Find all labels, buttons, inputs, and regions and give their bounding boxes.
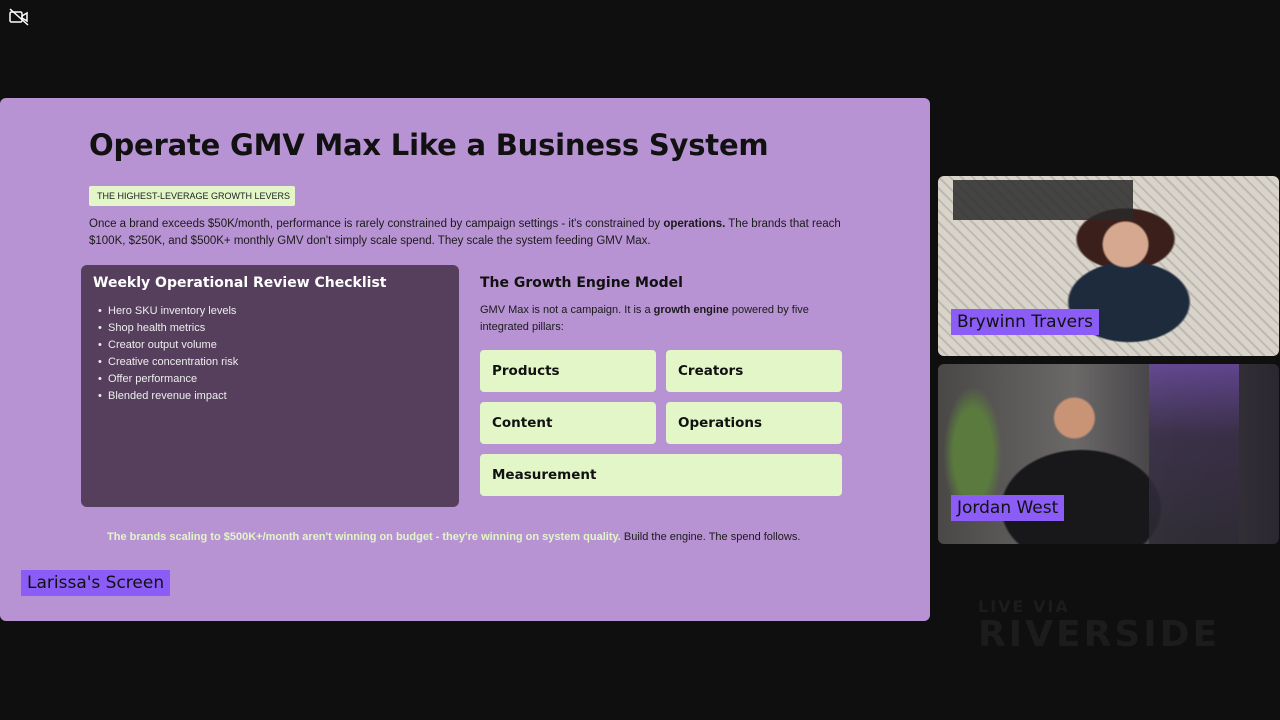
list-item: Shop health metrics [98,320,238,337]
riverside-watermark-logo: LIVE VIA RIVERSIDE [978,598,1220,654]
engine-desc-b: growth engine [653,304,729,316]
engine-description: GMV Max is not a campaign. It is a growt… [480,302,845,336]
pillar-products: Products [480,350,656,392]
engine-title: The Growth Engine Model [480,275,683,291]
footer-highlight: The brands scaling to $500K+/month aren'… [107,531,621,543]
watermark-bottom: RIVERSIDE [978,614,1221,655]
section-tag: THE HIGHEST-LEVERAGE GROWTH LEVERS [89,186,295,206]
list-item: Creative concentration risk [98,354,238,371]
participant-name: Brywinn Travers [951,309,1099,335]
video-off-icon[interactable] [8,8,30,26]
pillar-measurement: Measurement [480,454,842,496]
list-item: Blended revenue impact [98,388,238,405]
screen-share-label: Larissa's Screen [21,570,171,596]
list-item: Hero SKU inventory levels [98,303,238,320]
intro-text-a: Once a brand exceeds $50K/month, perform… [89,218,664,230]
participant-video-tile[interactable]: Brywinn Travers [938,176,1279,356]
checklist-title: Weekly Operational Review Checklist [93,275,387,291]
list-item: Offer performance [98,371,238,388]
checklist-panel: Weekly Operational Review Checklist Hero… [81,265,459,507]
footer-rest: Build the engine. The spend follows. [620,531,801,543]
intro-paragraph: Once a brand exceeds $50K/month, perform… [89,216,849,250]
checklist-list: Hero SKU inventory levels Shop health me… [98,303,238,405]
engine-desc-a: GMV Max is not a campaign. It is a [480,304,654,316]
shared-screen-slide: Operate GMV Max Like a Business System T… [0,98,930,621]
participant-name: Jordan West [951,495,1065,521]
intro-text-b: operations. [663,218,726,230]
background-shelves [1149,364,1239,544]
slide-footer: The brands scaling to $500K+/month aren'… [107,531,800,543]
background-shelf [953,180,1133,220]
slide-title: Operate GMV Max Like a Business System [89,128,769,162]
list-item: Creator output volume [98,337,238,354]
pillar-operations: Operations [666,402,842,444]
pillar-content: Content [480,402,656,444]
pillar-creators: Creators [666,350,842,392]
participant-video-tile[interactable]: Jordan West [938,364,1279,544]
